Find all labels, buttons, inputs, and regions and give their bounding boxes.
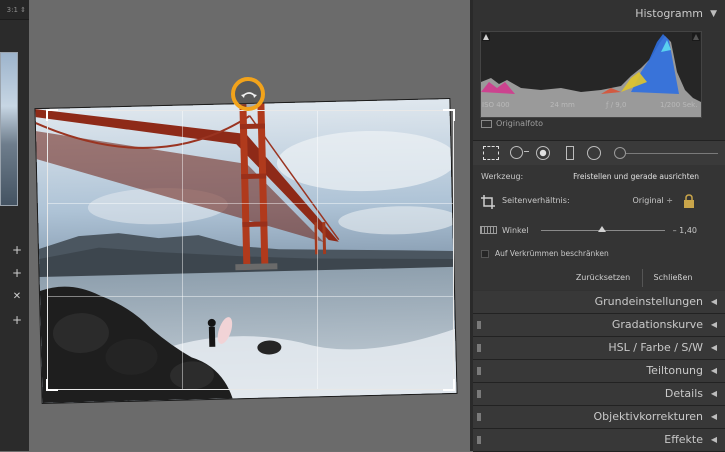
panel-switch-icon[interactable]: [477, 390, 481, 398]
crop-handle-top-left[interactable]: [46, 109, 58, 121]
crop-frame[interactable]: [46, 109, 455, 391]
panel-switch-icon[interactable]: [477, 344, 481, 352]
aspect-ratio-label: Seitenverhältnis:: [502, 196, 570, 205]
panel-switch-icon[interactable]: [477, 413, 481, 421]
panel-label: Gradationskurve: [611, 318, 703, 331]
panel-label: Effekte: [664, 433, 703, 446]
collapse-arrow-icon: ◀: [710, 412, 717, 421]
add-icon[interactable]: +: [10, 266, 24, 280]
panel-label: Objektivkorrekturen: [593, 410, 703, 423]
original-photo-toggle[interactable]: Originalfoto: [481, 119, 543, 128]
exif-info: ISO 400 24 mm ƒ / 9,0 1/200 Sek.: [480, 101, 700, 113]
reset-button[interactable]: Zurücksetzen: [569, 270, 637, 286]
panel-label: Teiltonung: [646, 364, 703, 377]
constrain-checkbox[interactable]: [481, 250, 489, 258]
panel-grundeinstellungen[interactable]: Grundeinstellungen ◀: [473, 291, 725, 314]
rotate-icon: [241, 92, 257, 98]
panel-objektivkorrekturen[interactable]: Objektivkorrekturen ◀: [473, 406, 725, 429]
constrain-label: Auf Verkrümmen beschränken: [495, 249, 609, 258]
collapse-arrow-icon: ◀: [710, 435, 717, 444]
crop-grid-line: [48, 203, 453, 204]
histogram-title: Histogramm: [635, 7, 703, 20]
navigator-thumbnail[interactable]: [0, 52, 18, 206]
add-icon[interactable]: +: [10, 243, 24, 257]
spot-removal-icon[interactable]: [510, 146, 523, 159]
tool-label: Werkzeug:: [481, 172, 524, 181]
aspect-ratio-select[interactable]: Original ÷: [621, 196, 673, 205]
panel-switch-icon[interactable]: [477, 436, 481, 444]
brush-slider-track[interactable]: [626, 153, 718, 154]
close-button[interactable]: Schließen: [647, 270, 699, 286]
panel-hsl[interactable]: HSL / Farbe / S/W ◀: [473, 337, 725, 360]
shutter-speed: 1/200 Sek.: [660, 101, 698, 109]
panel-details[interactable]: Details ◀: [473, 383, 725, 406]
aspect-lock-crop-icon[interactable]: [481, 194, 495, 209]
rotate-handle[interactable]: [231, 77, 265, 111]
straighten-level-icon[interactable]: [480, 226, 497, 234]
collapse-arrow-icon: ◀: [710, 320, 717, 329]
crop-handle-bottom-left[interactable]: [46, 379, 58, 391]
zoom-level-label[interactable]: 3:1 ⇕: [0, 0, 29, 20]
crop-grid-line: [48, 296, 453, 297]
collapse-arrow-icon: ◀: [710, 343, 717, 352]
panel-teiltonung[interactable]: Teiltonung ◀: [473, 360, 725, 383]
panel-label: HSL / Farbe / S/W: [608, 341, 703, 354]
left-panel-strip: 3:1 ⇕ + + ✕ +: [0, 0, 30, 451]
crop-handle-top-right[interactable]: [443, 109, 455, 121]
crop-handle-bottom-right[interactable]: [443, 379, 455, 391]
angle-value[interactable]: – 1,40: [671, 226, 697, 235]
button-separator: [642, 269, 643, 287]
histogram-header[interactable]: Histogramm ▼: [473, 3, 725, 25]
crop-grid-line: [182, 111, 183, 389]
aperture: ƒ / 9,0: [606, 101, 627, 109]
spot-removal-arrow: [524, 151, 529, 152]
focal-length: 24 mm: [550, 101, 575, 109]
collapse-arrow-icon[interactable]: ▼: [710, 3, 717, 25]
collapse-arrow-icon: ◀: [710, 297, 717, 306]
panel-effekte[interactable]: Effekte ◀: [473, 429, 725, 452]
panel-switch-icon[interactable]: [477, 367, 481, 375]
add-collection-icon[interactable]: +: [10, 313, 24, 327]
radial-filter-icon[interactable]: [587, 146, 601, 160]
develop-right-panel: Histogramm ▼ ISO 400 24 mm ƒ / 9,0 1/200…: [473, 0, 725, 452]
lock-icon[interactable]: [683, 193, 695, 208]
original-photo-label: Originalfoto: [496, 119, 544, 128]
tool-value: Freistellen und gerade ausrichten: [573, 172, 699, 181]
red-eye-icon[interactable]: [536, 146, 550, 160]
close-icon[interactable]: ✕: [10, 290, 24, 304]
panel-gradationskurve[interactable]: Gradationskurve ◀: [473, 314, 725, 337]
panel-label: Grundeinstellungen: [594, 295, 703, 308]
adjustment-brush-icon[interactable]: [614, 147, 626, 159]
crop-tool-icon[interactable]: [483, 146, 499, 160]
tool-strip: [473, 140, 725, 166]
angle-slider-thumb[interactable]: [598, 226, 606, 232]
iso-value: ISO 400: [482, 101, 510, 109]
collapse-arrow-icon: ◀: [710, 366, 717, 375]
angle-label: Winkel: [502, 226, 529, 235]
graduated-filter-icon[interactable]: [566, 146, 574, 160]
collapse-arrow-icon: ◀: [710, 389, 717, 398]
original-photo-checkbox[interactable]: [481, 119, 492, 128]
panel-switch-icon[interactable]: [477, 321, 481, 329]
panel-label: Details: [664, 387, 703, 400]
crop-grid-line: [317, 111, 318, 389]
